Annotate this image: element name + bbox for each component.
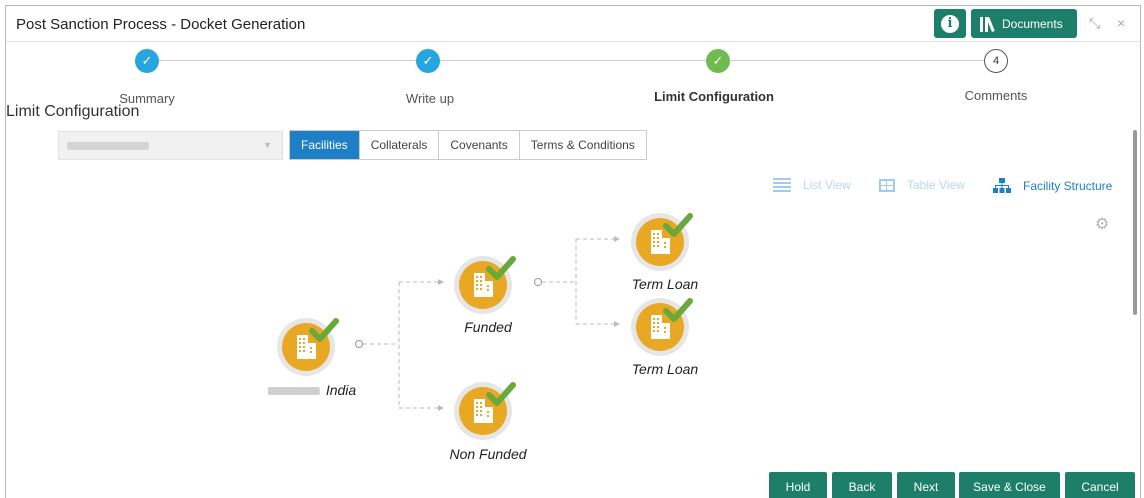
term-loan-1-label: Term Loan (631, 276, 699, 292)
facility-tree (6, 6, 1142, 498)
non-funded-node-icon[interactable] (454, 382, 513, 440)
term-loan-2-node-icon[interactable] (631, 298, 690, 356)
root-node-icon[interactable] (277, 318, 336, 376)
term-loan-1-node-icon[interactable] (631, 213, 690, 271)
next-button[interactable]: Next (897, 472, 955, 498)
redacted-name (267, 387, 320, 396)
hold-button[interactable]: Hold (769, 472, 827, 498)
cancel-button[interactable]: Cancel (1065, 472, 1135, 498)
save-close-button[interactable]: Save & Close (959, 472, 1060, 498)
funded-node-label: Funded (464, 319, 512, 335)
non-funded-node-label: Non Funded (449, 446, 527, 462)
funded-node-icon[interactable] (454, 256, 513, 314)
back-button[interactable]: Back (832, 472, 892, 498)
docket-window: Post Sanction Process - Docket Generatio… (5, 5, 1141, 498)
term-loan-2-label: Term Loan (631, 361, 699, 377)
root-node-label: India (267, 382, 356, 398)
